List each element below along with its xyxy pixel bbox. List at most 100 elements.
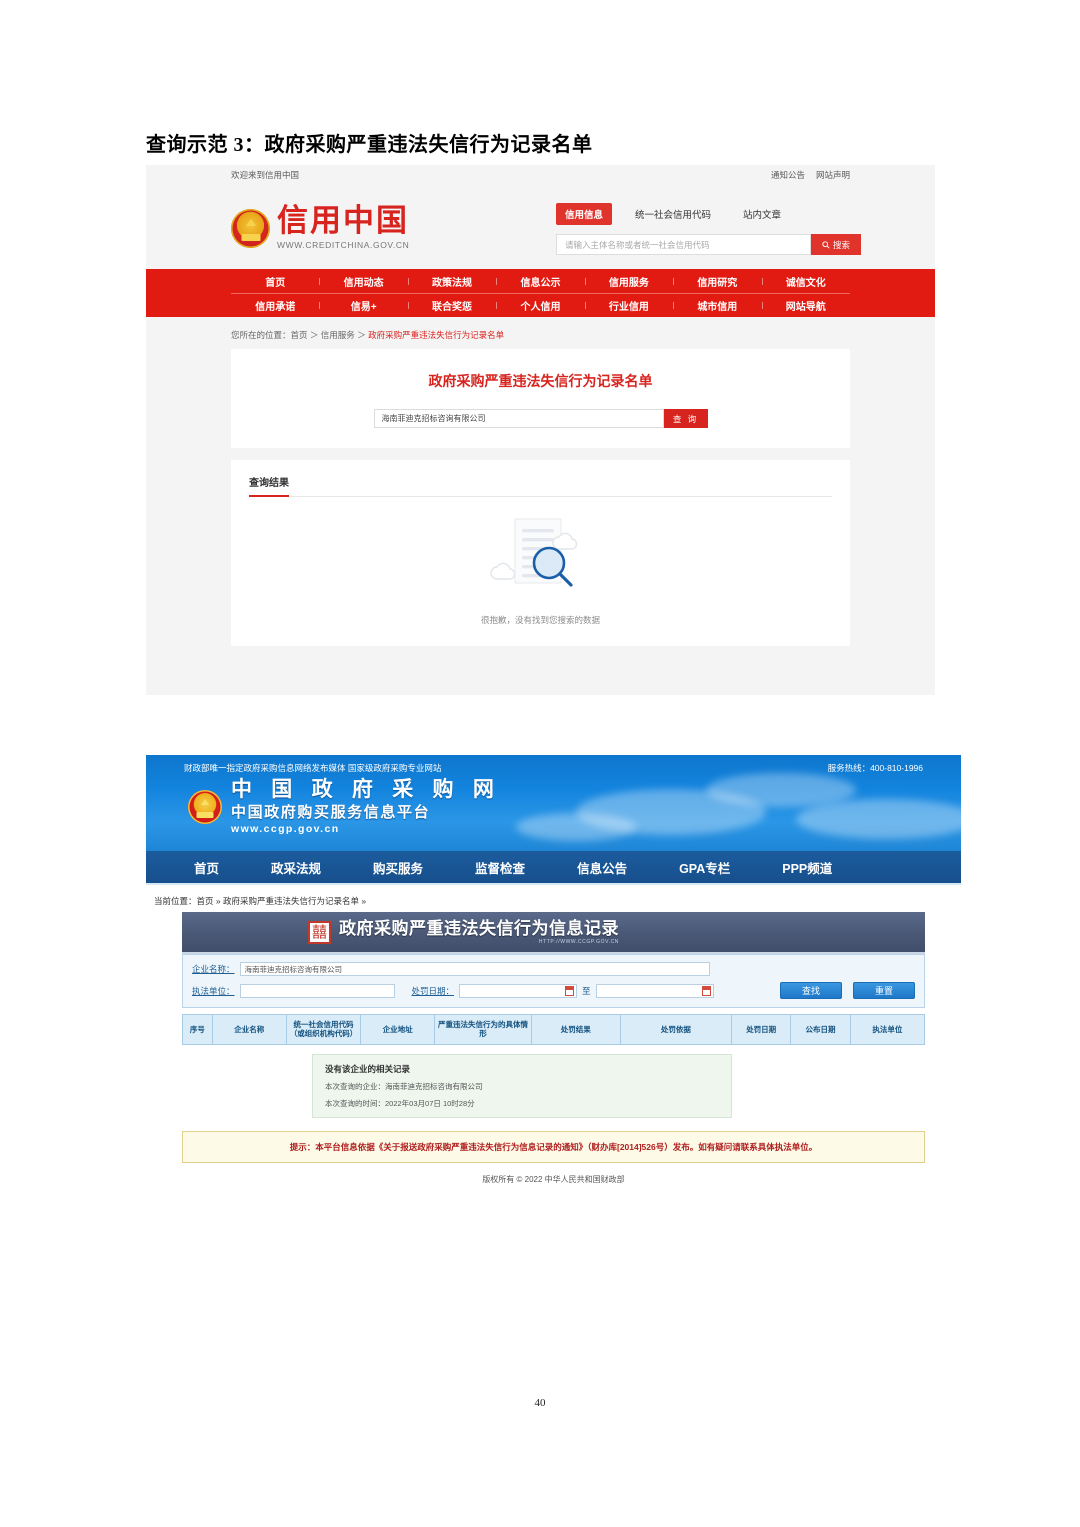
- creditchina-screenshot: 欢迎来到信用中国 通知公告 网站声明 信用中国 WWW.CREDITCHINA.…: [146, 165, 935, 695]
- th-penalty-date: 处罚日期: [731, 1014, 792, 1045]
- nav-city-credit[interactable]: 城市信用: [673, 298, 761, 313]
- queried-company: 本次查询的企业：海南菲迪克招标咨询有限公司: [325, 1081, 483, 1091]
- nav-disclosure[interactable]: 信息公示: [496, 274, 584, 289]
- no-record-title: 没有该企业的相关记录: [325, 1063, 411, 1074]
- page-number: 40: [534, 1397, 546, 1409]
- th-enforcement-unit: 执法单位: [849, 1014, 926, 1045]
- th-index: 序号: [182, 1014, 213, 1045]
- empty-state-text: 很抱歉，没有找到您搜索的数据: [480, 615, 600, 625]
- calendar-icon[interactable]: [565, 985, 575, 996]
- company-name-input[interactable]: 海南菲迪克招标咨询有限公司: [373, 409, 664, 428]
- ccgp-nav-announcements[interactable]: 信息公告: [577, 858, 627, 877]
- query-result-header: 查询结果: [249, 474, 832, 497]
- breadcrumb-sep-2: ＞: [357, 330, 366, 340]
- nav-site-map[interactable]: 网站导航: [761, 298, 850, 313]
- ccgp-nav-purchase-service[interactable]: 购买服务: [373, 858, 423, 877]
- query-form: 海南菲迪克招标咨询有限公司 查 询: [231, 409, 850, 428]
- ccgp-banner-title: 政府采购严重违法失信行为信息记录: [339, 918, 619, 938]
- breadcrumb-credit-service[interactable]: 信用服务: [321, 330, 355, 340]
- logo-title: 信用中国: [277, 203, 409, 240]
- ccgp-nav-regulations[interactable]: 政采法规: [271, 858, 321, 877]
- th-company-name: 企业名称: [211, 1014, 287, 1045]
- tab-credit-info[interactable]: 信用信息: [556, 203, 613, 225]
- search-button-label: 搜索: [832, 239, 850, 250]
- breadcrumb-sep-1: ＞: [309, 330, 319, 340]
- query-panel: 政府采购严重违法失信行为记录名单 海南菲迪克招标咨询有限公司 查 询: [231, 349, 850, 448]
- ccgp-nav: 首页 政采法规 购买服务 监督检查 信息公告 GPA专栏 PPP频道: [146, 851, 961, 885]
- breadcrumb-prefix: 您所在的位置：: [231, 330, 291, 340]
- empty-state: 很抱歉，没有找到您搜索的数据: [249, 497, 832, 626]
- search-button[interactable]: 搜索: [811, 234, 861, 255]
- breadcrumb-home[interactable]: 首页: [291, 330, 308, 340]
- reset-button[interactable]: 重置: [853, 982, 915, 999]
- no-record-box: 没有该企业的相关记录 本次查询的企业：海南菲迪克招标咨询有限公司 本次查询的时间…: [312, 1053, 732, 1118]
- nav-home[interactable]: 首页: [231, 274, 319, 289]
- nav-credit-commitment[interactable]: 信用承诺: [231, 298, 319, 313]
- tab-site-article[interactable]: 站内文章: [734, 203, 790, 225]
- nav-policy[interactable]: 政策法规: [407, 274, 496, 289]
- ccgp-nav-gpa[interactable]: GPA专栏: [679, 858, 730, 877]
- breadcrumb-current: 政府采购严重违法失信行为记录名单: [368, 330, 505, 340]
- nav-xinyi-plus[interactable]: 信易+: [319, 298, 407, 313]
- ccgp-hotline: 服务热线：400-810-1996: [827, 763, 923, 773]
- nav-personal-credit[interactable]: 个人信用: [496, 298, 584, 313]
- form-row-unit-date: 执法单位： 处罚日期： 至 查找 重置: [192, 982, 915, 999]
- nav-credit-service[interactable]: 信用服务: [584, 274, 673, 289]
- ccgp-breadcrumb: 当前位置：首页 » 政府采购严重违法失信行为记录名单 »: [154, 896, 367, 906]
- th-publish-date: 公布日期: [790, 1014, 851, 1045]
- form-row-company: 企业名称： 海南菲迪克招标咨询有限公司: [192, 962, 915, 976]
- no-record-wrap: 没有该企业的相关记录 本次查询的企业：海南菲迪克招标咨询有限公司 本次查询的时间…: [182, 1045, 925, 1118]
- document-magnifier-icon: [489, 518, 577, 587]
- creditchina-header: 信用中国 WWW.CREDITCHINA.GOV.CN 信用信息 统一社会信用代…: [146, 187, 935, 269]
- date-range-separator: 至: [582, 985, 591, 996]
- ccgp-nav-home[interactable]: 首页: [194, 858, 219, 877]
- query-button[interactable]: 查 询: [663, 409, 708, 428]
- ccgp-nav-ppp[interactable]: PPP频道: [782, 858, 832, 877]
- search-row: 请输入主体名称或者统一社会信用代码 搜索: [556, 234, 861, 255]
- search-input[interactable]: 请输入主体名称或者统一社会信用代码: [556, 234, 811, 255]
- ccgp-topline: 财政部唯一指定政府采购信息网络发布媒体 国家级政府采购专业网站 服务热线：400…: [146, 755, 961, 774]
- ccgp-brand-url: www.ccgp.gov.cn: [231, 823, 340, 835]
- nav-integrity-culture[interactable]: 诚信文化: [761, 274, 850, 289]
- nav-row-2: 信用承诺 信易+ 联合奖惩 个人信用 行业信用 城市信用 网站导航: [231, 293, 850, 317]
- nav-credit-news[interactable]: 信用动态: [319, 274, 407, 289]
- nav-joint-reward[interactable]: 联合奖惩: [407, 298, 496, 313]
- creditchina-logo[interactable]: 信用中国 WWW.CREDITCHINA.GOV.CN: [231, 206, 409, 250]
- th-unified-code: 统一社会信用代码（或组织机构代码）: [285, 1014, 362, 1045]
- company-name-input[interactable]: 海南菲迪克招标咨询有限公司: [239, 962, 710, 976]
- th-penalty-result: 处罚结果: [530, 1014, 621, 1045]
- magnifier-icon: [822, 240, 830, 249]
- ccgp-search-form: 企业名称： 海南菲迪克招标咨询有限公司 执法单位： 处罚日期： 至 查找 重置: [182, 954, 925, 1008]
- ccgp-header: 财政部唯一指定政府采购信息网络发布媒体 国家级政府采购专业网站 服务热线：400…: [146, 755, 961, 851]
- penalty-date-from-input[interactable]: [459, 983, 578, 998]
- nav-credit-research[interactable]: 信用研究: [673, 274, 761, 289]
- national-emblem-icon: [231, 208, 270, 248]
- ccgp-slogan: 财政部唯一指定政府采购信息网络发布媒体 国家级政府采购专业网站: [184, 763, 442, 773]
- tab-unified-code[interactable]: 统一社会信用代码: [626, 203, 720, 225]
- link-notice[interactable]: 通知公告: [771, 169, 805, 181]
- ccgp-banner-subtitle: HTTP://WWW.CCGP.GOV.CN: [538, 938, 619, 945]
- enforcement-unit-input[interactable]: [239, 983, 395, 998]
- national-emblem-icon: [188, 789, 222, 824]
- creditchina-search-block: 信用信息 统一社会信用代码 站内文章 请输入主体名称或者统一社会信用代码 搜索: [556, 203, 861, 255]
- nav-row-1: 首页 信用动态 政策法规 信息公示 信用服务 信用研究 诚信文化: [231, 269, 850, 293]
- seal-icon: [308, 920, 331, 944]
- ccgp-nav-supervision[interactable]: 监督检查: [475, 858, 525, 877]
- ccgp-logo[interactable]: 中 国 政 府 采 购 网 中国政府购买服务信息平台 www.ccgp.gov.…: [146, 774, 961, 835]
- ccgp-footer: 版权所有 © 2022 中华人民共和国财政部: [482, 1174, 625, 1184]
- enforcement-unit-label: 执法单位：: [192, 985, 235, 996]
- search-button[interactable]: 查找: [780, 982, 842, 999]
- creditchina-topbar: 欢迎来到信用中国 通知公告 网站声明: [146, 165, 935, 187]
- notice-bar: 提示：本平台信息依据《关于报送政府采购严重违法失信行为信息记录的通知》（财办库[…: [182, 1130, 925, 1163]
- penalty-date-label: 处罚日期：: [411, 985, 455, 996]
- welcome-text: 欢迎来到信用中国: [231, 170, 300, 180]
- ccgp-brand-line1: 中 国 政 府 采 购 网: [231, 777, 500, 801]
- th-company-addr: 企业地址: [360, 1014, 436, 1045]
- query-panel-title: 政府采购严重违法失信行为记录名单: [428, 373, 653, 389]
- penalty-date-to-input[interactable]: [595, 983, 714, 998]
- company-name-label: 企业名称：: [192, 964, 235, 974]
- logo-url: WWW.CREDITCHINA.GOV.CN: [277, 240, 410, 251]
- link-site-statement[interactable]: 网站声明: [816, 169, 850, 181]
- calendar-icon[interactable]: [701, 985, 711, 996]
- nav-industry-credit[interactable]: 行业信用: [584, 298, 673, 313]
